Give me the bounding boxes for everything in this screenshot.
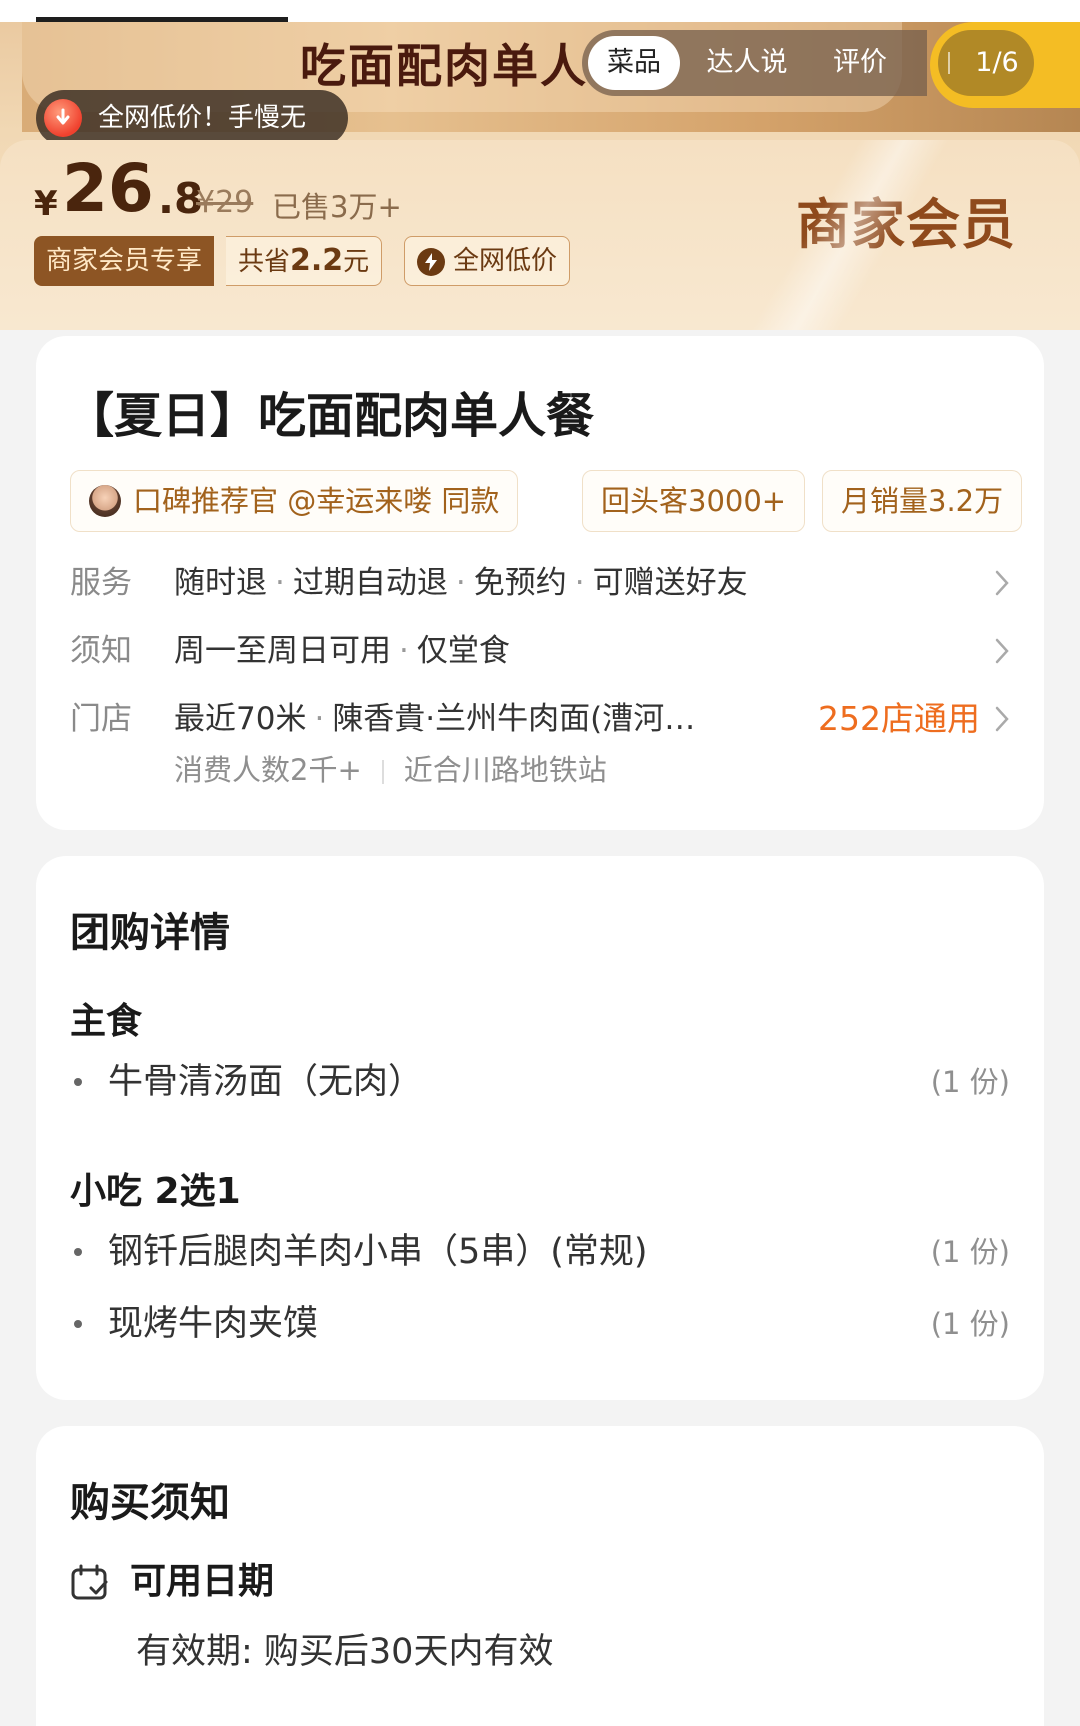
group-title: 主食	[70, 1001, 143, 1042]
content-tab-bar: 菜品 达人说 评价	[582, 30, 927, 96]
tab-dishes[interactable]: 菜品	[588, 36, 680, 90]
list-item: 现烤牛肉夹馍 (1 份)	[70, 1296, 1010, 1352]
savings-amount: 2.2	[290, 243, 344, 278]
notice-value: 周一至周日可用 · 仅堂食	[174, 633, 510, 669]
lowest-price-label: 全网低价	[453, 246, 558, 276]
savings-prefix: 共省	[238, 247, 291, 277]
service-value: 随时退 · 过期自动退 · 免预约 · 可赠送好友	[174, 565, 748, 601]
member-exclusive-tag: 商家会员专享	[34, 236, 215, 286]
product-banner: 吃面配肉单人 菜品 达人说 评价 1/6 全网低价！手慢无 ¥ 26 .8 ¥2…	[0, 0, 1080, 330]
bullet	[74, 1248, 82, 1256]
dish-qty: (1 份)	[930, 1307, 1010, 1341]
list-item: 牛骨清汤面（无肉） (1 份)	[70, 1054, 1010, 1110]
dish-qty: (1 份)	[930, 1065, 1010, 1099]
original-price: ¥29	[196, 185, 254, 220]
group-deal-detail-card: 团购详情 主食 牛骨清汤面（无肉） (1 份) 小吃 2选1 钢钎后腿肉羊肉小串…	[36, 856, 1044, 1400]
badge-monthly-sales[interactable]: 月销量3.2万	[822, 470, 1023, 532]
sold-count: 已售3万+	[272, 190, 402, 224]
savings-tag: 共省2.2元	[226, 236, 383, 286]
group-title: 小吃 2选1	[70, 1171, 241, 1212]
service-item: 随时退	[174, 565, 267, 601]
product-title: 【夏日】吃面配肉单人餐	[66, 388, 595, 444]
divider	[948, 52, 950, 74]
store-count[interactable]: 252店通用	[818, 694, 980, 744]
lowest-price-tag: 全网低价	[404, 236, 571, 286]
member-logo: 商家会员	[796, 192, 1016, 256]
badge-repeat-customers[interactable]: 回头客3000+	[582, 470, 806, 532]
savings-suffix: 元	[343, 247, 370, 277]
service-row[interactable]: 服务 随时退 · 过期自动退 · 免预约 · 可赠送好友	[70, 558, 1010, 608]
chevron-right-icon	[995, 638, 1009, 664]
currency-symbol: ¥	[34, 184, 58, 224]
notice-item: 仅堂食	[416, 633, 510, 669]
chevron-right-icon	[995, 570, 1009, 596]
image-counter: 1/6	[930, 22, 1080, 108]
notice-label: 须知	[70, 633, 132, 669]
service-item: 过期自动退	[292, 565, 448, 601]
detail-title: 团购详情	[70, 910, 230, 956]
price-section: ¥ 26 .8 ¥29 已售3万+ 商家会员专享 共省2.2元 全网低价 商家会…	[0, 140, 1080, 330]
flash-deal-text: 全网低价！手慢无	[98, 103, 307, 133]
price-integer: 26	[62, 150, 154, 227]
tab-expert-reviews[interactable]: 达人说	[692, 30, 802, 96]
available-date-label: 可用日期	[130, 1561, 275, 1602]
list-item: 钢钎后腿肉羊肉小串（5串）(常规) (1 份)	[70, 1224, 1010, 1280]
divider	[381, 760, 384, 784]
product-info-card: 【夏日】吃面配肉单人餐 口碑推荐官 @幸运来喽 同款 回头客3000+ 月销量3…	[36, 336, 1044, 830]
store-row[interactable]: 门店 最近70米 · 陳香貴·兰州牛肉面(漕河… 252店通用	[70, 694, 1010, 744]
calendar-icon	[71, 1564, 108, 1600]
store-distance: 最近70米	[174, 701, 307, 737]
service-item: 免预约	[473, 565, 567, 601]
validity-text: 有效期: 购买后30天内有效	[136, 1632, 554, 1672]
chevron-right-icon	[995, 706, 1009, 732]
purchase-notice-card: 购买须知 可用日期 有效期: 购买后30天内有效	[36, 1426, 1044, 1726]
store-value: 最近70米 · 陳香貴·兰州牛肉面(漕河…	[174, 701, 696, 737]
avatar	[89, 485, 121, 517]
dish-qty: (1 份)	[930, 1235, 1010, 1269]
service-label: 服务	[70, 565, 132, 601]
notice-row[interactable]: 须知 周一至周日可用 · 仅堂食	[70, 626, 1010, 676]
flame-arrow-icon	[44, 99, 82, 137]
badge-recommender[interactable]: 口碑推荐官 @幸运来喽 同款	[70, 470, 519, 532]
store-extra-info: 消费人数2千+ 近合川路地铁站	[174, 748, 607, 792]
status-area	[0, 0, 1080, 22]
metro-station: 近合川路地铁站	[403, 753, 607, 787]
lightning-icon	[417, 248, 445, 276]
dish-name: 现烤牛肉夹馍	[108, 1304, 319, 1344]
banner-title: 吃面配肉单人	[300, 39, 588, 93]
bullet	[74, 1320, 82, 1328]
dish-name: 牛骨清汤面（无肉）	[108, 1062, 424, 1102]
image-counter-pill: 1/6	[938, 30, 1034, 96]
purchase-notice-title: 购买须知	[70, 1480, 230, 1526]
dish-name: 钢钎后腿肉羊肉小串（5串）(常规)	[108, 1232, 648, 1272]
bullet	[74, 1078, 82, 1086]
flash-deal-pill: 全网低价！手慢无	[36, 90, 348, 146]
notice-item: 周一至周日可用	[174, 633, 391, 669]
store-name: 陳香貴·兰州牛肉面(漕河…	[332, 701, 696, 737]
tab-ratings[interactable]: 评价	[810, 30, 910, 96]
badge-recommender-label: 口碑推荐官 @幸运来喽 同款	[133, 484, 500, 518]
badge-row: 口碑推荐官 @幸运来喽 同款 回头客3000+ 月销量3.2万	[70, 470, 1044, 534]
service-item: 可赠送好友	[592, 565, 748, 601]
store-label: 门店	[70, 701, 132, 737]
consumer-count: 消费人数2千+	[174, 753, 362, 787]
image-counter-text: 1/6	[975, 47, 1019, 78]
